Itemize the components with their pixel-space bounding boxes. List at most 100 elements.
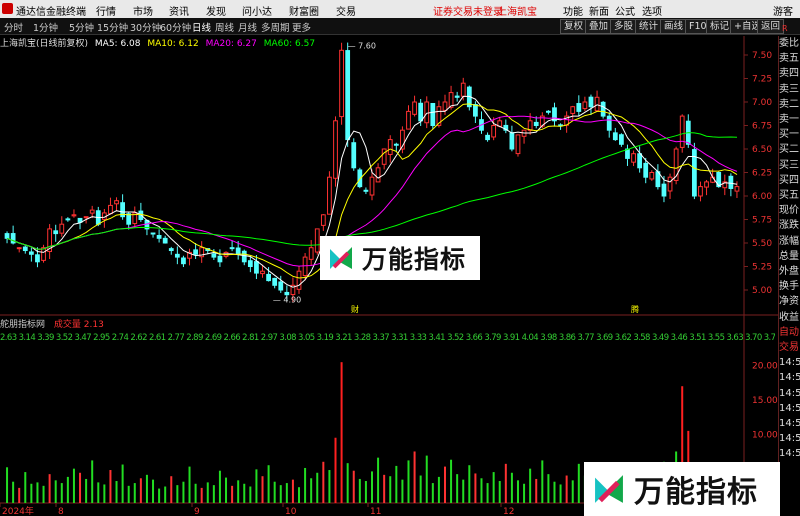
candle-body <box>217 255 223 263</box>
indicator-values-row: 2.63 3.14 3.39 3.52 3.47 2.95 2.74 2.62 … <box>0 333 775 343</box>
volume-bar <box>127 485 130 503</box>
volume-bar <box>182 481 185 503</box>
volume-bar <box>316 472 319 503</box>
volume-bar <box>237 480 240 503</box>
candle-body <box>302 256 308 277</box>
price-tick-label: 5.00 <box>752 286 772 296</box>
price-tick-label: 6.50 <box>752 145 772 155</box>
candle-body <box>460 82 466 97</box>
candle-body <box>424 101 430 124</box>
volume-bar <box>12 481 15 503</box>
volume-bar <box>523 483 526 503</box>
volume-bar <box>468 465 471 503</box>
volume-tick-label: 20.00 <box>752 362 778 372</box>
candle-body <box>174 253 180 258</box>
volume-bar <box>261 476 264 503</box>
candle-body <box>339 49 344 118</box>
candle-body <box>28 251 34 255</box>
volume-bar <box>42 485 45 503</box>
side-panel-item: 现价 <box>779 205 799 217</box>
volume-bar <box>577 463 580 503</box>
side-panel-item: 14:56 <box>779 372 800 384</box>
candle-body <box>22 246 28 252</box>
candle-body <box>308 247 314 260</box>
candle-body <box>266 273 271 282</box>
quote-side-panel: 委比 卖五 卖四 卖三 卖二 卖一 买一 买二 买三 买四 买五 现价 涨跌 涨幅 总量 外盘 换手 净资 收益 自动… <box>778 36 800 516</box>
candle-body <box>162 237 168 244</box>
side-panel-item: 14:56 <box>779 418 800 430</box>
candle-body <box>156 235 162 239</box>
volume-bar <box>395 465 398 503</box>
volume-bar <box>66 476 69 503</box>
volume-bar <box>443 466 446 503</box>
candle-body <box>254 261 259 274</box>
volume-bar <box>139 478 142 503</box>
volume-bar <box>243 483 246 503</box>
candle-body <box>387 139 393 155</box>
candle-body <box>643 162 649 178</box>
volume-bar <box>18 487 21 503</box>
side-panel-item: 卖一 <box>779 114 799 126</box>
candle-body <box>235 247 241 255</box>
volume-bar <box>480 478 483 503</box>
time-axis-label: 2024年 <box>2 505 34 516</box>
volume-bar <box>510 472 513 503</box>
candle-body <box>296 270 302 290</box>
candle-body <box>515 134 521 155</box>
side-panel-item: 卖三 <box>779 83 799 95</box>
volume-bar <box>565 475 568 503</box>
watermark-text: 万能指标 <box>634 475 758 510</box>
candle-body <box>83 216 89 219</box>
right-corner-tag: R <box>782 24 788 33</box>
volume-bar <box>364 481 367 503</box>
candle-body <box>59 223 65 234</box>
side-panel-item: 换手 <box>779 281 799 293</box>
price-tick-label: 5.75 <box>752 216 772 226</box>
volume-bar <box>176 485 179 503</box>
volume-bar <box>115 481 118 503</box>
candle-body <box>406 110 411 130</box>
candle-body <box>637 153 643 169</box>
price-tick-label: 7.50 <box>752 51 772 61</box>
candle-body <box>594 96 600 112</box>
volume-bar <box>225 477 228 503</box>
candle-body <box>211 253 217 258</box>
time-axis-label: 12 <box>503 507 514 516</box>
price-tick-label: 5.50 <box>752 239 772 249</box>
side-panel-item: 涨幅 <box>779 235 799 247</box>
volume-bar <box>346 463 349 503</box>
volume-bar <box>383 474 386 503</box>
candle-body <box>53 230 59 235</box>
price-tick-label: 7.00 <box>752 98 772 108</box>
volume-bar <box>231 485 234 503</box>
candle-body <box>570 106 576 114</box>
candle-body <box>473 104 478 117</box>
volume-bar <box>474 473 477 503</box>
price-tick-label: 5.25 <box>752 263 772 273</box>
volume-bar <box>492 472 495 503</box>
volume-bar <box>103 484 106 503</box>
volume-bar <box>212 485 215 503</box>
candle-body <box>412 101 417 115</box>
volume-bar <box>298 487 301 503</box>
volume-bar <box>413 451 416 503</box>
side-panel-item: 卖四 <box>779 68 799 80</box>
side-panel-item: 收益 <box>779 311 799 323</box>
watermark-logo-icon <box>591 471 627 507</box>
volume-bar <box>60 483 63 503</box>
volume-bar <box>194 483 197 503</box>
candle-body <box>576 103 582 112</box>
volume-bar <box>419 475 422 503</box>
candle-body <box>333 120 338 179</box>
candle-body <box>89 209 95 214</box>
volume-bar <box>547 474 550 503</box>
volume-bar <box>407 460 410 503</box>
side-panel-item: 自动 <box>779 326 799 338</box>
event-label: 腾 <box>631 304 639 314</box>
volume-bar <box>188 466 191 503</box>
volume-bar <box>279 485 282 503</box>
candle-body <box>41 247 46 261</box>
volume-bar <box>152 479 155 503</box>
indicator-value: 2.13 <box>83 320 104 330</box>
candle-body <box>35 254 40 263</box>
